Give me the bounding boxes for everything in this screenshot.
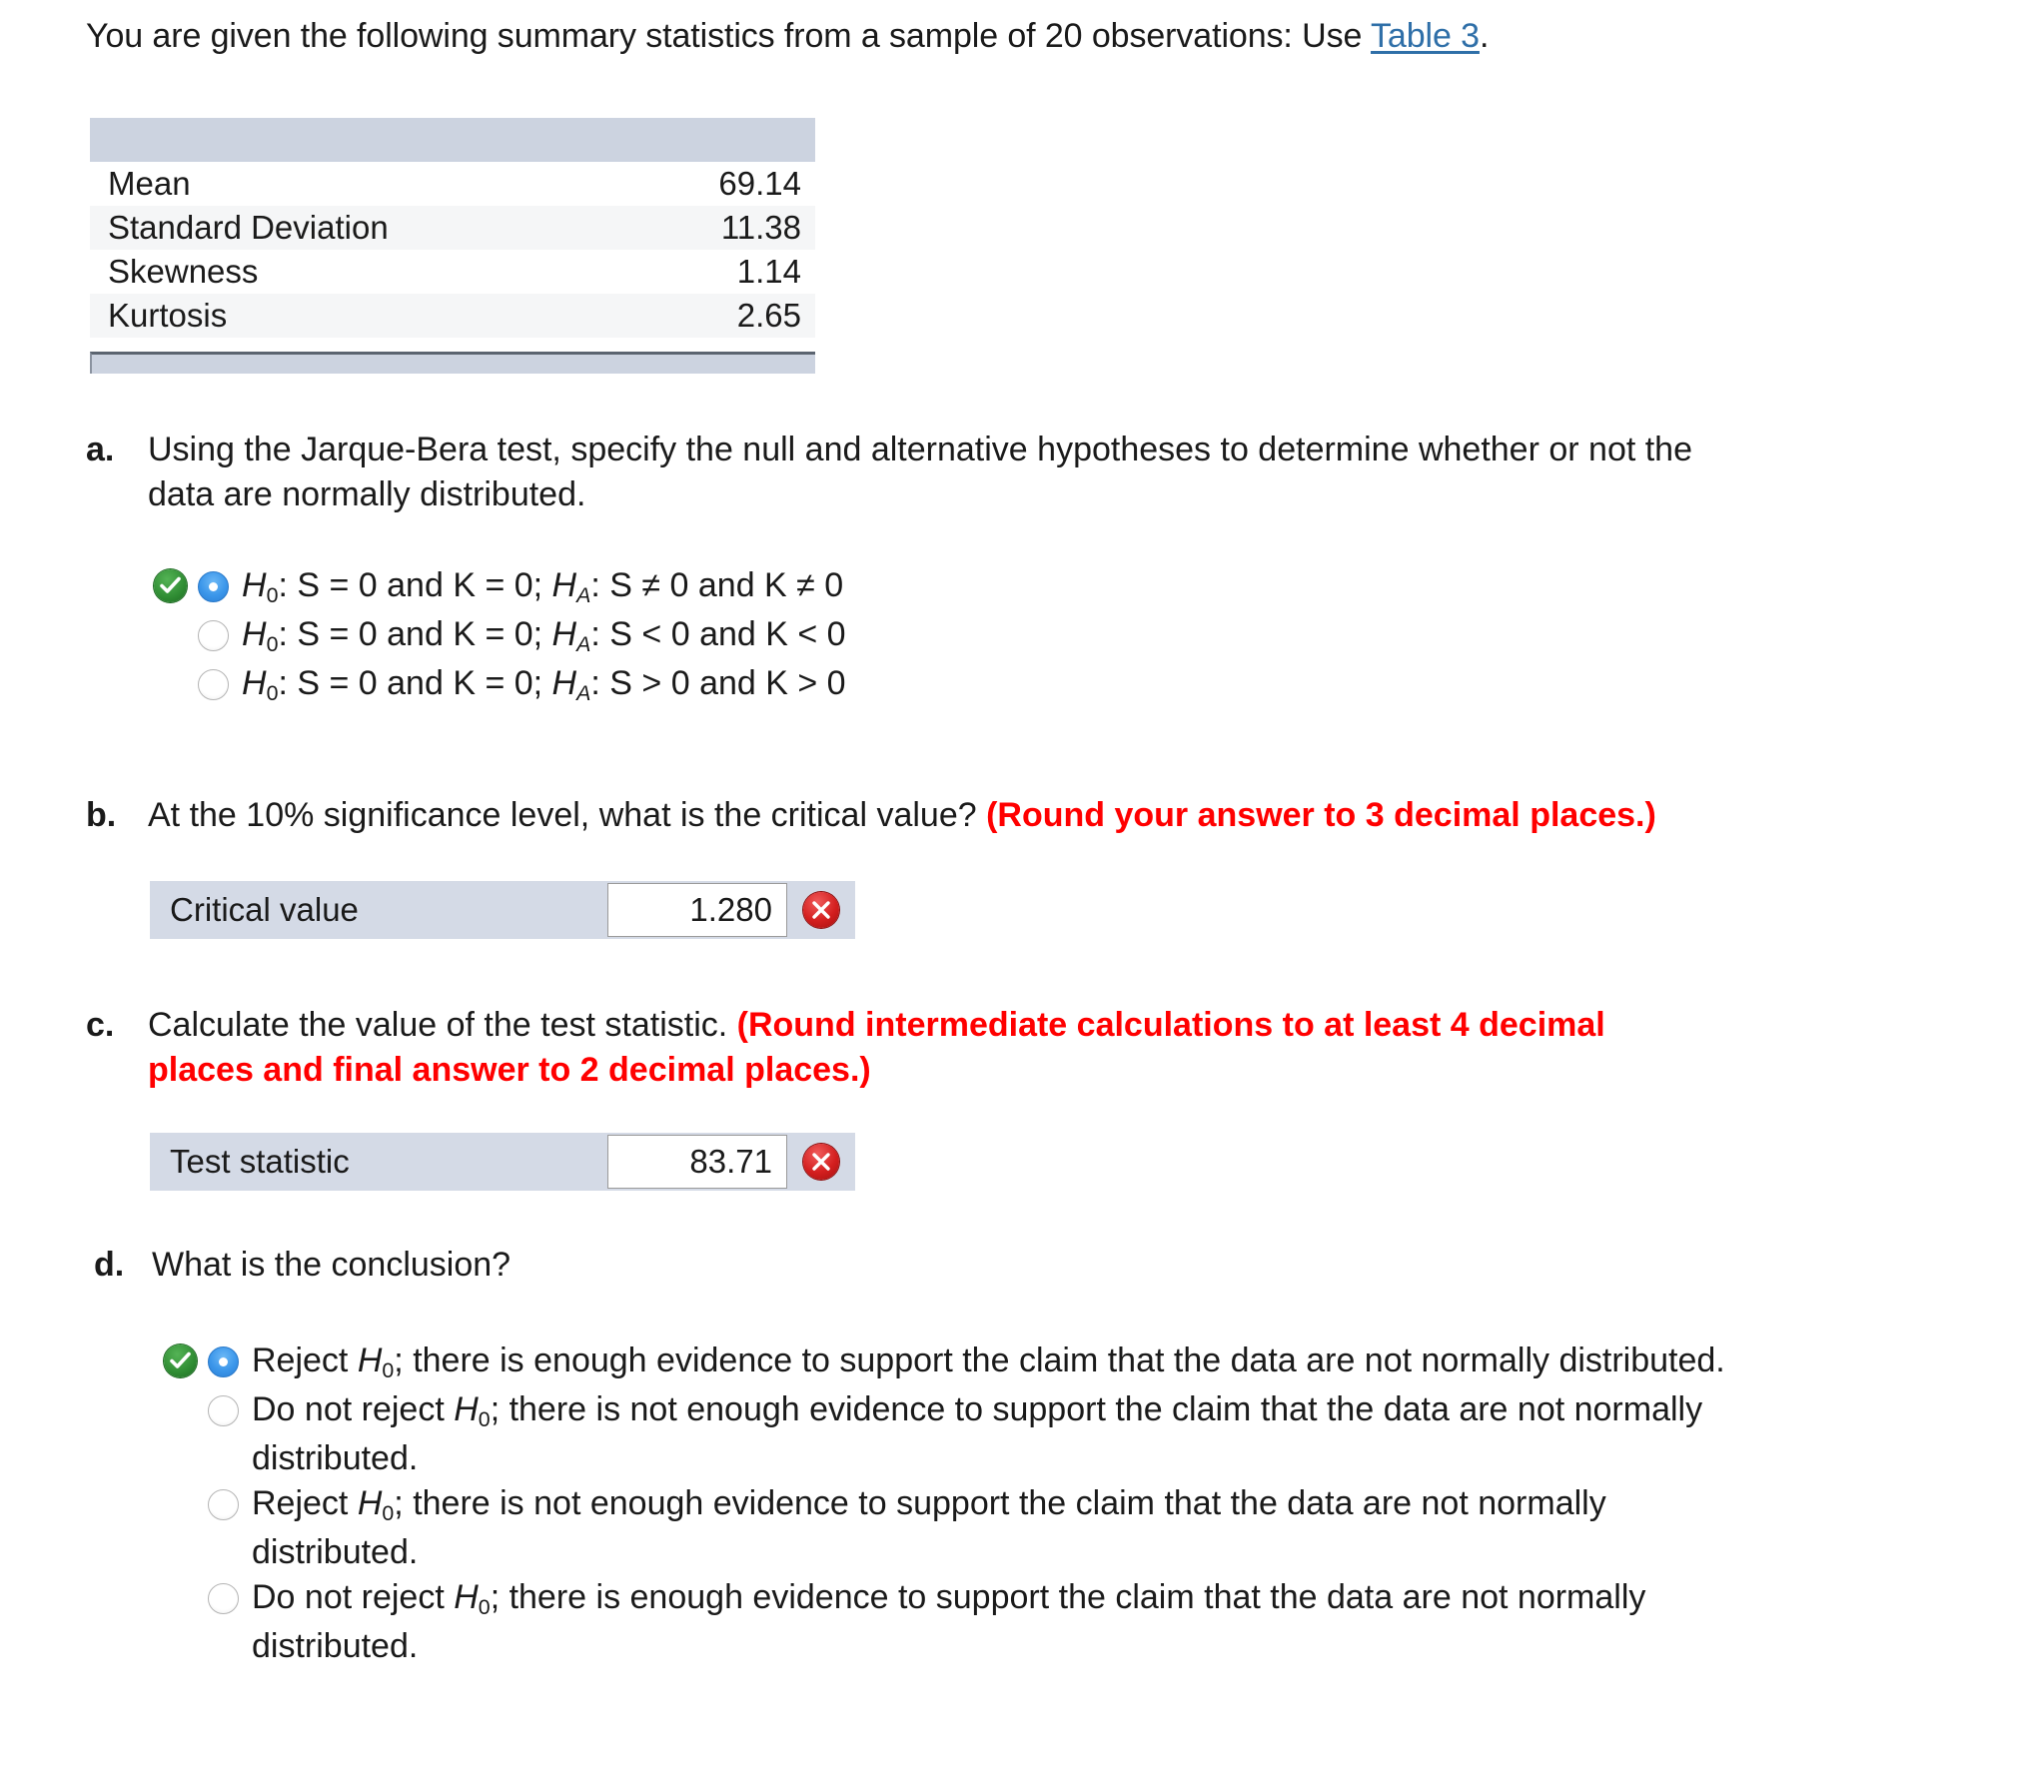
stat-value: 11.38 (620, 206, 815, 250)
option-a-1[interactable]: H0: S = 0 and K = 0; HA: S ≠ 0 and K ≠ 0 (154, 563, 1289, 612)
table-header-label-cell (90, 118, 621, 162)
option-a-3[interactable]: H0: S = 0 and K = 0; HA: S > 0 and K > 0 (190, 661, 1289, 710)
option-d-1-label: Reject H0; there is enough evidence to s… (252, 1342, 1725, 1382)
question-a-letter: a. (86, 431, 115, 468)
option-d-2-label: Do not reject H0; there is not enough ev… (252, 1390, 1703, 1477)
question-c-text: Calculate the value of the test statisti… (148, 1006, 737, 1044)
question-a-line1: Using the Jarque-Bera test, specify the … (148, 431, 1693, 468)
radio-d-4[interactable] (208, 1583, 239, 1614)
question-c-note-line1: (Round intermediate calculations to at l… (736, 1006, 1605, 1044)
option-d-3-label: Reject H0; there is not enough evidence … (252, 1484, 1606, 1571)
intro-text: You are given the following summary stat… (86, 14, 1489, 58)
option-d-4[interactable]: Do not reject H0; there is enough eviden… (200, 1575, 2028, 1669)
option-d-1[interactable]: Reject H0; there is enough evidence to s… (164, 1339, 2028, 1387)
radio-d-2[interactable] (208, 1395, 239, 1426)
table-3-link[interactable]: Table 3 (1371, 17, 1480, 55)
question-d-letter: d. (94, 1246, 125, 1284)
question-b-text: At the 10% significance level, what is t… (148, 796, 987, 834)
stat-label: Standard Deviation (90, 206, 621, 250)
question-a: a. Using the Jarque-Bera test, specify t… (86, 428, 1984, 517)
question-a-options: H0: S = 0 and K = 0; HA: S ≠ 0 and K ≠ 0… (154, 563, 1289, 710)
question-d: d. What is the conclusion? (94, 1243, 1992, 1288)
stat-value: 1.14 (620, 250, 815, 294)
intro-after-link: . (1479, 17, 1490, 55)
question-page: You are given the following summary stat… (0, 0, 2044, 1792)
critical-value-answer-row: Critical value 1.280 (150, 881, 855, 939)
table-row: Kurtosis 2.65 (90, 294, 815, 338)
option-a-2-label: H0: S = 0 and K = 0; HA: S < 0 and K < 0 (242, 615, 846, 656)
stat-value: 2.65 (620, 294, 815, 338)
question-c-letter: c. (86, 1006, 115, 1044)
stat-label: Mean (90, 162, 621, 206)
option-d-3[interactable]: Reject H0; there is not enough evidence … (200, 1481, 2028, 1575)
option-a-1-label: H0: S = 0 and K = 0; HA: S ≠ 0 and K ≠ 0 (242, 566, 844, 607)
test-statistic-input[interactable]: 83.71 (607, 1135, 787, 1189)
stat-label: Skewness (90, 250, 621, 294)
question-b: b. At the 10% significance level, what i… (86, 793, 1984, 838)
question-c: c. Calculate the value of the test stati… (86, 1003, 1984, 1093)
test-statistic-answer-row: Test statistic 83.71 (150, 1133, 855, 1191)
radio-a-3[interactable] (198, 669, 229, 700)
question-d-options: Reject H0; there is enough evidence to s… (164, 1339, 2028, 1669)
incorrect-x-icon (803, 1144, 839, 1180)
table-header-row (90, 118, 815, 162)
table-header-value-cell (620, 118, 815, 162)
table-row: Standard Deviation 11.38 (90, 206, 815, 250)
table-footer-bar (90, 352, 815, 374)
radio-a-2[interactable] (198, 620, 229, 651)
critical-value-label: Critical value (170, 891, 359, 928)
option-d-4-label: Do not reject H0; there is enough eviden… (252, 1578, 1646, 1665)
critical-value-status (787, 881, 855, 939)
question-b-letter: b. (86, 796, 117, 834)
table-row: Skewness 1.14 (90, 250, 815, 294)
incorrect-x-icon (803, 892, 839, 928)
critical-value-input[interactable]: 1.280 (607, 883, 787, 937)
summary-statistics-table: Mean 69.14 Standard Deviation 11.38 Skew… (90, 118, 815, 338)
question-d-text: What is the conclusion? (152, 1246, 511, 1284)
radio-a-1[interactable] (198, 571, 229, 602)
option-a-3-label: H0: S = 0 and K = 0; HA: S > 0 and K > 0 (242, 664, 846, 705)
intro-before-link: You are given the following summary stat… (86, 17, 1372, 55)
test-statistic-status (787, 1133, 855, 1191)
stat-value: 69.14 (620, 162, 815, 206)
correct-check-icon (164, 1344, 197, 1377)
question-c-note-line2: places and final answer to 2 decimal pla… (148, 1051, 871, 1089)
test-statistic-label: Test statistic (170, 1143, 350, 1180)
table-row: Mean 69.14 (90, 162, 815, 206)
stat-label: Kurtosis (90, 294, 621, 338)
correct-check-icon (154, 569, 187, 602)
radio-d-3[interactable] (208, 1489, 239, 1520)
question-a-line2: data are normally distributed. (148, 475, 586, 513)
option-a-2[interactable]: H0: S = 0 and K = 0; HA: S < 0 and K < 0 (190, 612, 1289, 661)
question-b-note: (Round your answer to 3 decimal places.) (986, 796, 1656, 834)
option-d-2[interactable]: Do not reject H0; there is not enough ev… (200, 1387, 2028, 1481)
radio-d-1[interactable] (208, 1346, 239, 1377)
